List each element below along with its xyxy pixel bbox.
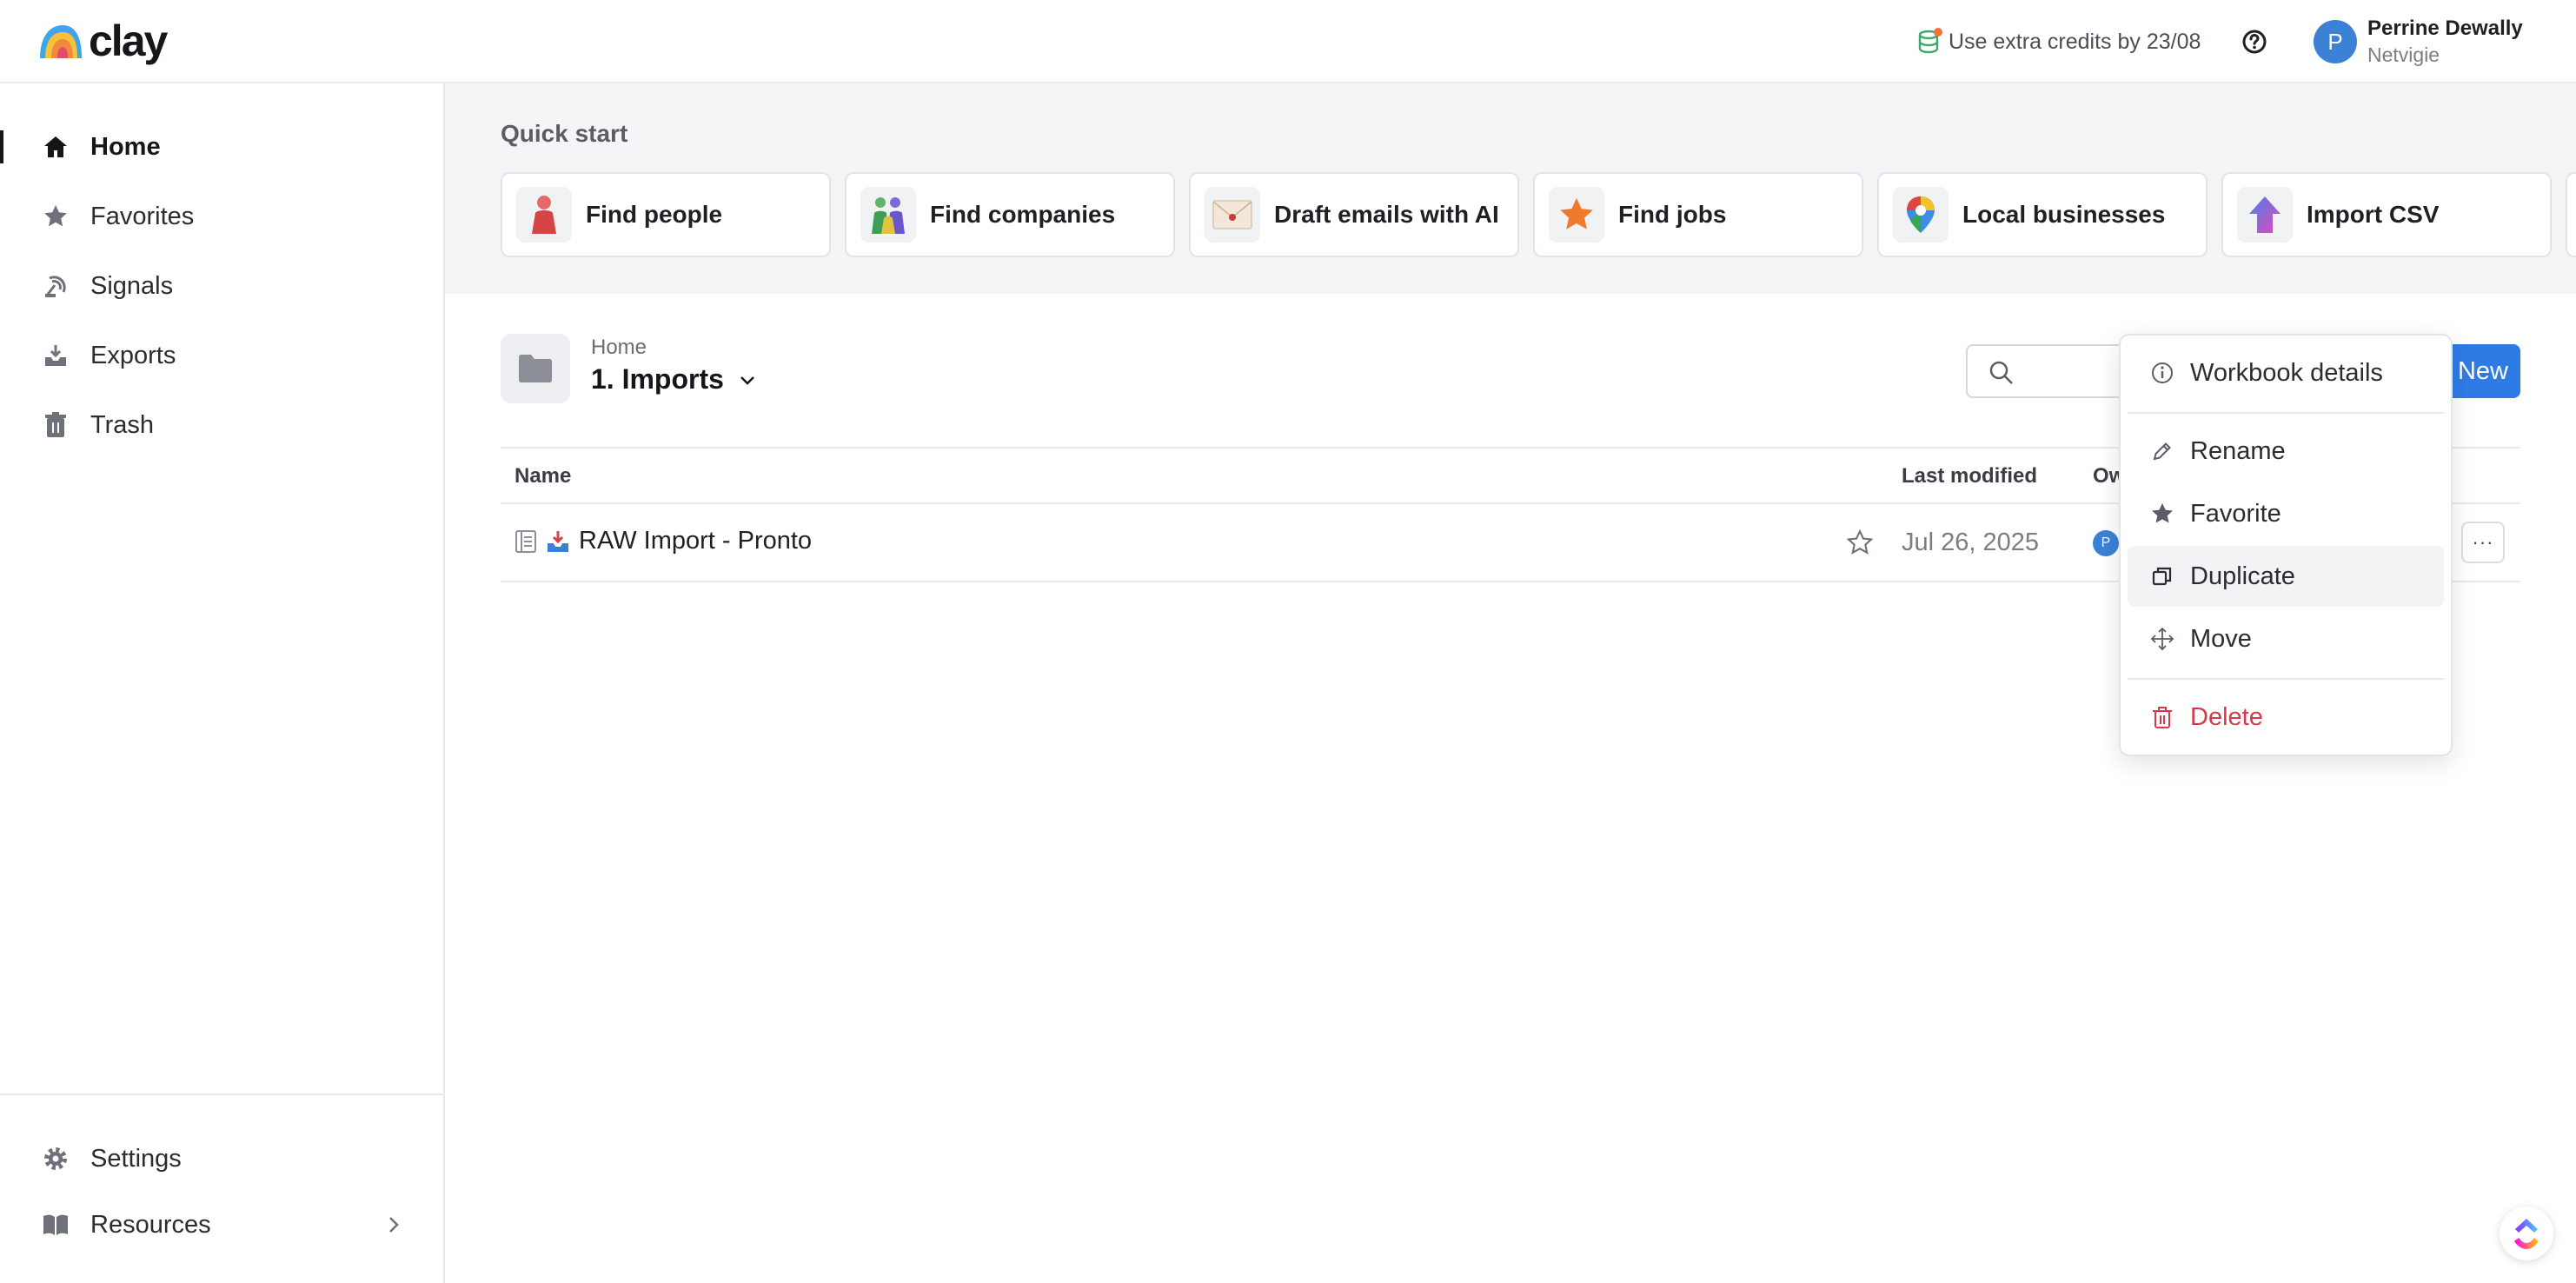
quick-start-label: Find jobs [1618, 201, 1727, 228]
page-title: 1. Imports [591, 363, 724, 395]
quick-start-draft-emails[interactable]: Draft emails with AI [1189, 172, 1519, 257]
logo-text: clay [89, 17, 168, 65]
quick-start-label: Find companies [930, 201, 1116, 228]
quick-start-next-card[interactable] [2566, 172, 2576, 257]
search-icon [1989, 361, 2013, 384]
credits-coin-icon [1918, 28, 1942, 54]
avatar: P [2314, 20, 2357, 63]
extra-credits-banner[interactable]: Use extra credits by 23/08 [1917, 24, 2201, 59]
sidebar-item-label: Home [90, 132, 161, 161]
quick-start-panel: Quick start Find people Find companies D… [445, 83, 2576, 294]
menu-item-label: Workbook details [2190, 358, 2383, 387]
credits-text: Use extra credits by 23/08 [1949, 29, 2201, 54]
chevron-down-icon [740, 376, 754, 385]
star-icon [42, 203, 70, 230]
quick-start-label: Draft emails with AI [1274, 201, 1499, 228]
breadcrumb[interactable]: Home [591, 336, 647, 360]
clay-logo-icon [40, 25, 82, 58]
sidebar-item-label: Settings [90, 1144, 182, 1173]
person-icon [516, 187, 572, 243]
star-badge-icon [1549, 187, 1604, 243]
column-header-name[interactable]: Name [515, 464, 571, 489]
trash-icon [2150, 705, 2174, 729]
home-icon [42, 133, 70, 161]
last-modified-value: Jul 26, 2025 [1902, 528, 2040, 556]
gear-icon [42, 1145, 70, 1173]
sidebar-item-label: Resources [90, 1210, 211, 1239]
people-group-icon [860, 187, 916, 243]
menu-item-duplicate[interactable]: Duplicate [2128, 546, 2444, 607]
menu-item-move[interactable]: Move [2128, 608, 2444, 669]
quick-start-title: Quick start [501, 120, 628, 147]
signal-icon [42, 272, 70, 300]
menu-separator [2128, 412, 2444, 414]
menu-item-delete[interactable]: Delete [2128, 687, 2444, 748]
folder-title-dropdown[interactable]: 1. Imports [591, 363, 757, 396]
quick-start-label: Find people [586, 201, 723, 228]
info-icon [2150, 361, 2174, 385]
clickup-widget-button[interactable] [2500, 1207, 2553, 1260]
pencil-icon [2150, 439, 2174, 463]
sidebar: Home Favorites Signals Exports Trash Set… [0, 83, 445, 1283]
workbook-context-menu: Workbook details Rename Favorite Duplica… [2119, 334, 2453, 756]
clay-logo[interactable]: clay [37, 17, 168, 65]
sidebar-item-favorites[interactable]: Favorites [0, 186, 443, 247]
help-icon[interactable] [2239, 26, 2270, 57]
menu-item-workbook-details[interactable]: Workbook details [2128, 342, 2444, 403]
sidebar-item-label: Signals [90, 271, 174, 300]
menu-item-label: Duplicate [2190, 562, 2295, 590]
folder-icon [501, 334, 570, 403]
quick-start-find-jobs[interactable]: Find jobs [1533, 172, 1863, 257]
workbook-icon [515, 529, 536, 553]
menu-item-label: Rename [2190, 436, 2286, 465]
star-icon [2150, 502, 2174, 526]
quick-start-label: Local businesses [1962, 201, 2166, 228]
more-options-button[interactable]: ··· [2461, 522, 2505, 563]
inbox-tray-icon [548, 530, 568, 552]
quick-start-local-businesses[interactable]: Local businesses [1877, 172, 2208, 257]
workbook-name[interactable]: RAW Import - Pronto [579, 527, 812, 555]
quick-start-find-companies[interactable]: Find companies [845, 172, 1175, 257]
book-icon [42, 1211, 70, 1239]
owner-avatar: P [2093, 530, 2119, 556]
quick-start-find-people[interactable]: Find people [501, 172, 831, 257]
sidebar-item-trash[interactable]: Trash [0, 395, 443, 455]
sidebar-item-settings[interactable]: Settings [0, 1128, 443, 1189]
copy-icon [2150, 564, 2174, 588]
menu-item-favorite[interactable]: Favorite [2128, 483, 2444, 544]
sidebar-divider [0, 1094, 443, 1095]
export-tray-icon [42, 342, 70, 369]
sidebar-item-exports[interactable]: Exports [0, 325, 443, 386]
user-org: Netvigie [2367, 43, 2440, 66]
row-name-cell: RAW Import - Pronto [515, 527, 812, 555]
top-header: clay Use extra credits by 23/08 P Perrin… [0, 0, 2576, 83]
favorite-star-icon[interactable] [1846, 528, 1874, 556]
user-menu[interactable]: P Perrine Dewally Netvigie [2314, 16, 2523, 68]
menu-item-rename[interactable]: Rename [2128, 421, 2444, 482]
menu-item-label: Delete [2190, 702, 2263, 731]
user-info: Perrine Dewally Netvigie [2367, 16, 2523, 68]
clickup-logo-icon [2514, 1219, 2539, 1249]
sidebar-item-signals[interactable]: Signals [0, 256, 443, 316]
user-name: Perrine Dewally [2367, 17, 2523, 40]
menu-separator [2128, 678, 2444, 680]
sidebar-item-home[interactable]: Home [0, 116, 443, 177]
quick-start-label: Import CSV [2307, 201, 2440, 228]
sidebar-item-resources[interactable]: Resources [0, 1194, 443, 1255]
menu-item-label: Move [2190, 624, 2252, 653]
sidebar-item-label: Trash [90, 410, 155, 439]
column-header-last-modified[interactable]: Last modified [1902, 464, 2037, 489]
move-arrows-icon [2150, 627, 2174, 651]
trash-icon [42, 411, 70, 439]
chevron-right-icon [389, 1217, 399, 1233]
quick-start-import-csv[interactable]: Import CSV [2221, 172, 2552, 257]
sidebar-item-label: Favorites [90, 202, 195, 230]
menu-item-label: Favorite [2190, 499, 2281, 528]
upload-arrow-icon [2237, 187, 2293, 243]
sidebar-item-label: Exports [90, 341, 176, 369]
envelope-icon [1205, 187, 1260, 243]
map-pin-icon [1893, 187, 1949, 243]
